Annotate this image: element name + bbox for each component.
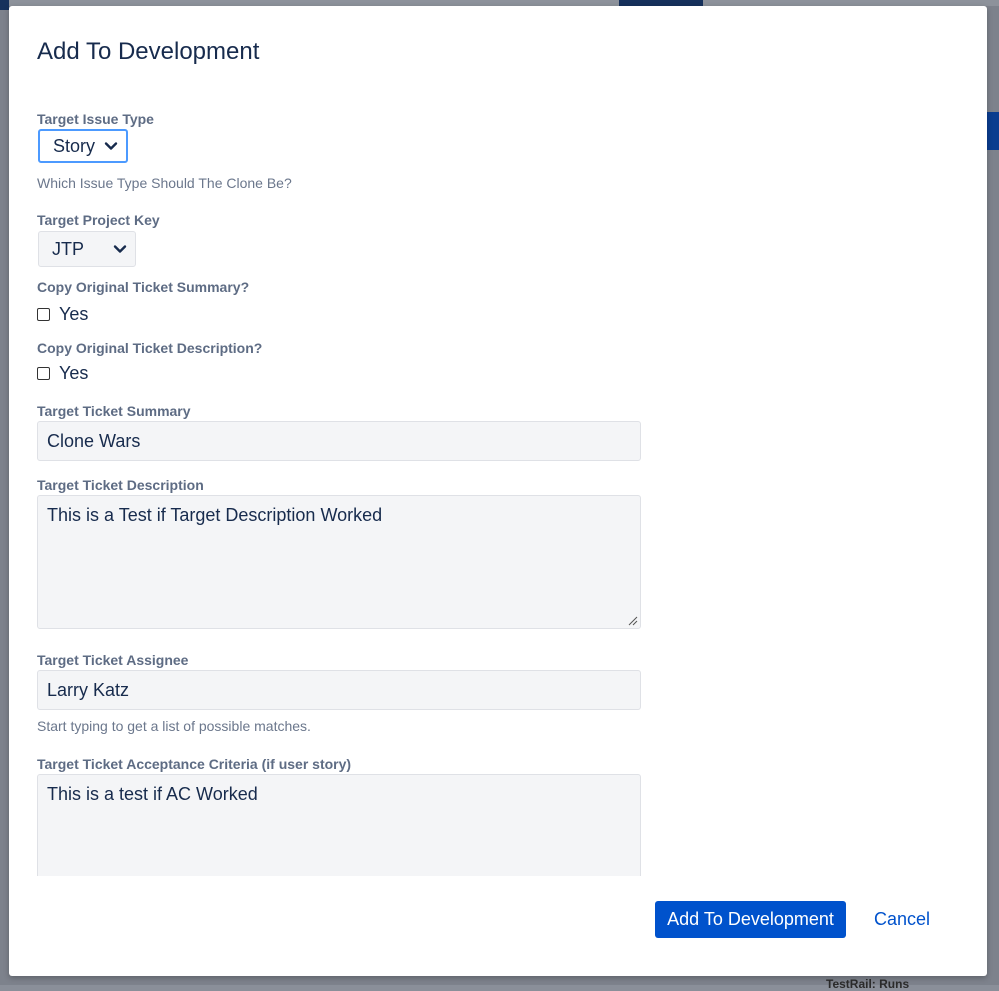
add-to-development-button[interactable]: Add To Development (655, 901, 846, 938)
copy-description-label: Copy Original Ticket Description? (37, 340, 263, 356)
copy-description-checkbox[interactable] (37, 367, 50, 380)
cancel-button[interactable]: Cancel (874, 909, 930, 930)
issue-type-help: Which Issue Type Should The Clone Be? (37, 175, 292, 191)
copy-summary-option[interactable]: Yes (37, 304, 88, 325)
assignee-input[interactable]: Larry Katz (37, 670, 641, 710)
dialog-body[interactable]: Target Issue Type Story Which Issue Type… (9, 106, 987, 876)
acceptance-criteria-label: Target Ticket Acceptance Criteria (if us… (37, 756, 352, 772)
copy-summary-checkbox[interactable] (37, 308, 50, 321)
assignee-help: Start typing to get a list of possible m… (37, 718, 311, 734)
description-text: This is a Test if Target Description Wor… (47, 505, 383, 525)
summary-input[interactable]: Clone Wars (37, 421, 641, 461)
copy-description-option[interactable]: Yes (37, 363, 88, 384)
chevron-down-icon (113, 245, 127, 253)
copy-summary-option-label: Yes (59, 304, 89, 324)
copy-description-option-label: Yes (59, 363, 89, 383)
issue-type-label: Target Issue Type (37, 111, 154, 127)
assignee-label: Target Ticket Assignee (37, 652, 189, 668)
project-key-select[interactable]: JTP (38, 231, 136, 267)
copy-summary-label: Copy Original Ticket Summary? (37, 279, 250, 295)
background-dropdown-button (987, 112, 999, 150)
acceptance-criteria-textarea[interactable]: This is a test if AC Worked (37, 774, 641, 876)
description-label: Target Ticket Description (37, 477, 204, 493)
add-to-development-dialog: Add To Development Target Issue Type Sto… (9, 6, 987, 976)
issue-type-select[interactable]: Story (38, 129, 128, 163)
acceptance-criteria-text: This is a test if AC Worked (47, 784, 258, 804)
background-left-accent (0, 0, 9, 10)
description-textarea[interactable]: This is a Test if Target Description Wor… (37, 495, 641, 629)
project-key-value: JTP (52, 238, 85, 259)
issue-type-value: Story (53, 135, 96, 156)
chevron-down-icon (104, 142, 118, 150)
resize-handle-icon[interactable] (626, 614, 638, 626)
dialog-title: Add To Development (37, 38, 260, 65)
background-testrail-label: TestRail: Runs (826, 977, 910, 991)
summary-label: Target Ticket Summary (37, 403, 191, 419)
project-key-label: Target Project Key (37, 212, 160, 228)
